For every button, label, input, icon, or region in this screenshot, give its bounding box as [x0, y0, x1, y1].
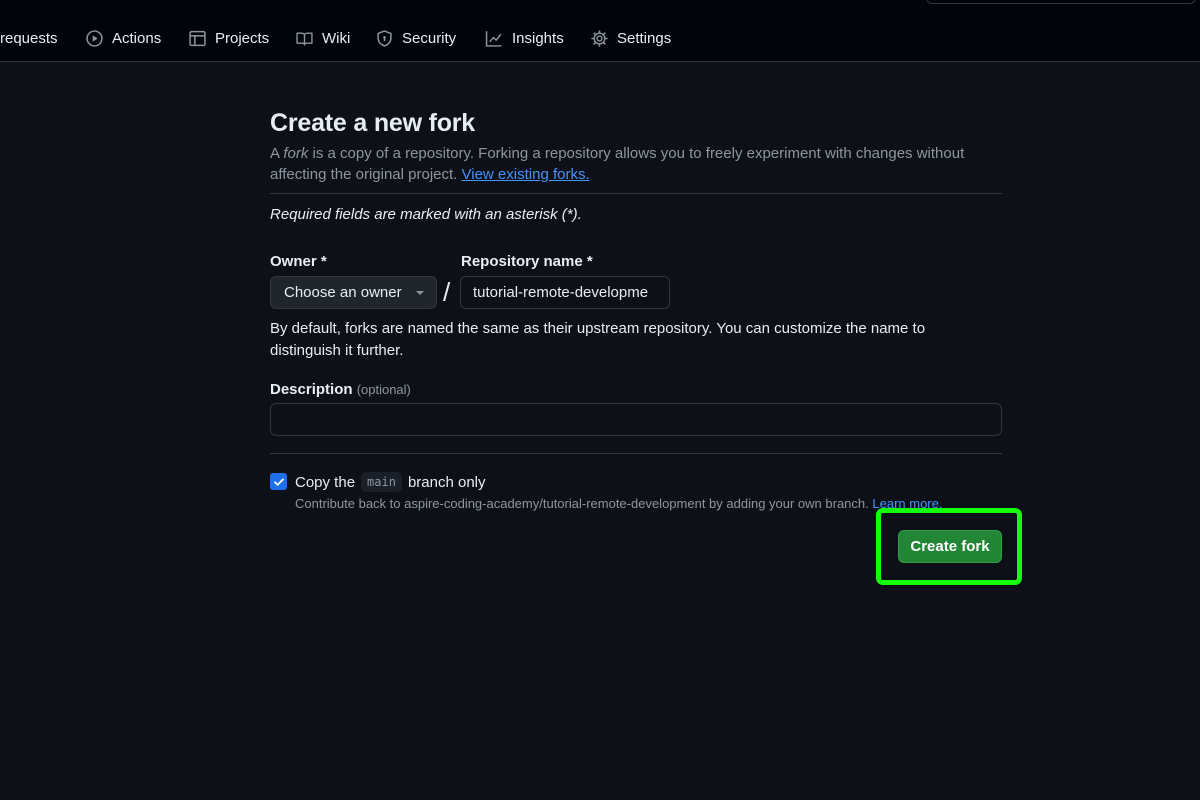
optional-tag: (optional) — [356, 382, 411, 397]
description-label-text: Description — [270, 381, 353, 398]
repository-name-label: Repository name * — [461, 253, 593, 270]
owner-select-button[interactable]: Choose an owner — [270, 276, 437, 309]
shield-icon — [376, 29, 402, 47]
repo-navigation: requests Actions Projects Wiki Security … — [0, 0, 1200, 62]
nav-tab-wiki[interactable]: Wiki — [296, 26, 350, 50]
repository-name-input[interactable] — [460, 276, 670, 309]
subtitle-prefix: A — [270, 145, 284, 162]
checkmark-icon — [273, 478, 284, 486]
page-title: Create a new fork — [270, 109, 476, 137]
book-icon — [296, 30, 322, 47]
copy-label-prefix: Copy the — [295, 473, 356, 491]
nav-tab-security[interactable]: Security — [376, 26, 456, 50]
nav-tab-label: requests — [0, 29, 58, 47]
subtitle-text: is a copy of a repository. Forking a rep… — [270, 145, 965, 183]
contribute-text: Contribute back to aspire-coding-academy… — [295, 496, 869, 511]
chevron-down-icon — [416, 291, 424, 295]
copy-main-branch-label[interactable]: Copy the main branch only — [295, 472, 486, 492]
nav-tab-label: Insights — [512, 29, 564, 47]
graph-icon — [485, 30, 512, 47]
description-label: Description (optional) — [270, 381, 411, 398]
nav-tab-label: Security — [402, 29, 457, 47]
view-existing-forks-link[interactable]: View existing forks. — [462, 166, 590, 183]
nav-tab-label: Wiki — [322, 29, 351, 47]
gear-icon — [591, 29, 617, 47]
nav-tab-label: Actions — [112, 29, 162, 47]
divider — [270, 453, 1002, 454]
required-fields-note: Required fields are marked with an aster… — [270, 206, 582, 223]
repository-name-help: By default, forks are named the same as … — [270, 320, 926, 359]
divider — [270, 193, 1002, 194]
branch-name-code: main — [361, 472, 402, 492]
subtitle-fork-word: fork — [283, 145, 309, 162]
owner-label: Owner * — [270, 253, 327, 270]
description-input[interactable] — [270, 403, 1002, 436]
play-circle-icon — [86, 29, 112, 47]
create-fork-button[interactable]: Create fork — [898, 530, 1002, 563]
owner-repo-separator: / — [443, 277, 451, 307]
copy-label-suffix: branch only — [407, 473, 486, 491]
page-subtitle: A fork is a copy of a repository. Forkin… — [270, 143, 990, 185]
nav-tab-label: Projects — [215, 29, 270, 47]
nav-tab-actions[interactable]: Actions — [86, 26, 161, 50]
nav-tab-insights[interactable]: Insights — [485, 26, 564, 50]
search-box-edge[interactable] — [926, 0, 1196, 4]
table-icon — [189, 30, 215, 47]
copy-main-branch-checkbox[interactable] — [270, 473, 287, 490]
copy-branch-hint: Contribute back to aspire-coding-academy… — [295, 496, 942, 511]
owner-select-label: Choose an owner — [284, 284, 402, 301]
nav-tab-pull-requests[interactable]: requests — [0, 26, 58, 50]
nav-tab-settings[interactable]: Settings — [591, 26, 671, 50]
nav-tab-label: Settings — [617, 29, 672, 47]
nav-tab-projects[interactable]: Projects — [189, 26, 269, 50]
